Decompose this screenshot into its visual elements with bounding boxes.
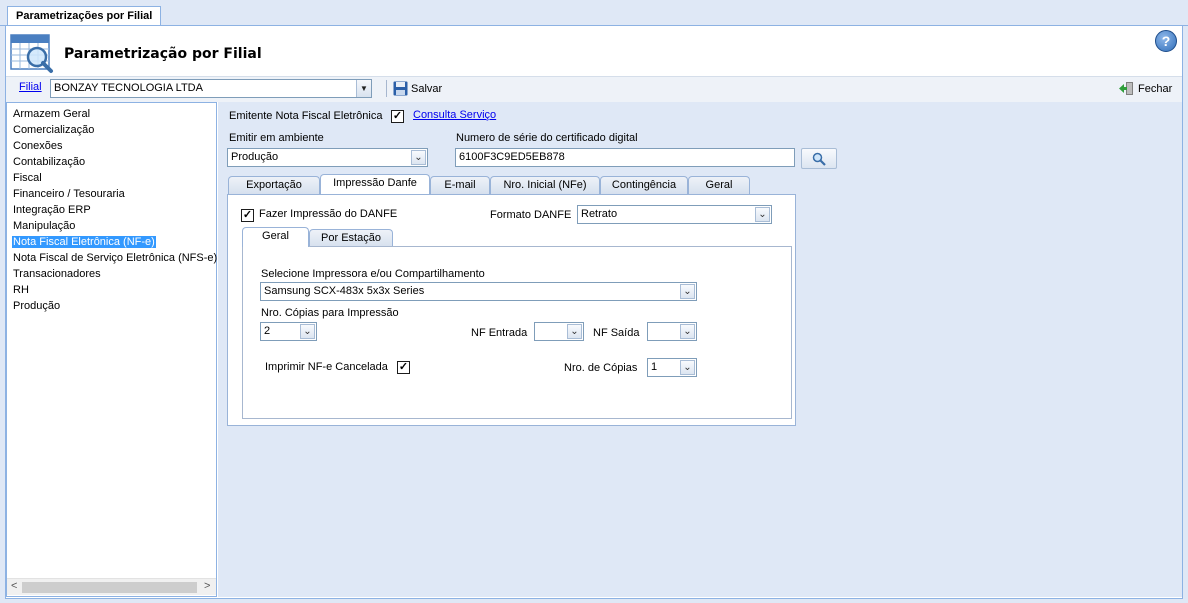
tab-impressao-danfe[interactable]: Impressão Danfe — [320, 174, 430, 194]
sidebar-item-contabilizacao[interactable]: Contabilização — [12, 156, 86, 168]
scroll-left-icon[interactable]: < — [11, 580, 17, 592]
serie-input[interactable]: 6100F3C9ED5EB878 — [455, 148, 795, 167]
consulta-servico-link[interactable]: Consulta Serviço — [413, 109, 496, 121]
sidebar-item-comercializacao[interactable]: Comercialização — [12, 124, 95, 136]
serie-label: Numero de série do certificado digital — [456, 132, 638, 144]
chevron-down-icon[interactable]: ⌄ — [680, 324, 695, 339]
emitente-checkbox[interactable]: ✓ — [391, 110, 404, 123]
tab-parametrizacoes[interactable]: Parametrizações por Filial — [7, 6, 162, 27]
calendar-search-icon — [10, 34, 53, 73]
search-icon — [812, 152, 826, 166]
subtab-por-estacao[interactable]: Por Estação — [309, 229, 393, 247]
nro-copias-label: Nro. de Cópias — [564, 362, 638, 374]
sidebar-item-nfse[interactable]: Nota Fiscal de Serviço Eletrônica (NFS-e… — [12, 252, 218, 264]
filial-value: BONZAY TECNOLOGIA LTDA — [54, 82, 203, 94]
formato-danfe-label: Formato DANFE — [490, 209, 572, 221]
search-certificate-button[interactable] — [801, 148, 837, 169]
cancelada-label: Imprimir NF-e Cancelada — [265, 361, 388, 373]
tab-contingencia[interactable]: Contingência — [600, 176, 688, 194]
copias-select[interactable]: 2 ⌄ — [260, 322, 317, 341]
fazer-impressao-label: Fazer Impressão do DANFE — [259, 208, 398, 220]
tab-exportacao[interactable]: Exportação — [228, 176, 320, 194]
impressao-subtabs: Geral Por Estação — [242, 227, 402, 247]
sidebar-item-producao[interactable]: Produção — [12, 300, 61, 312]
emitente-label: Emitente Nota Fiscal Eletrônica — [229, 110, 383, 122]
chevron-down-icon[interactable]: ⌄ — [411, 150, 426, 165]
ambiente-select[interactable]: Produção ⌄ — [227, 148, 428, 167]
nf-entrada-select[interactable]: ⌄ — [534, 322, 584, 341]
tab-strip — [0, 0, 1188, 26]
nf-saida-label: NF Saída — [593, 327, 640, 339]
main-content: Emitente Nota Fiscal Eletrônica ✓ Consul… — [218, 102, 1182, 597]
impressao-danfe-panel: ✓ Fazer Impressão do DANFE Formato DANFE… — [227, 194, 796, 426]
sidebar-item-financeiro[interactable]: Financeiro / Tesouraria — [12, 188, 126, 200]
impressora-select[interactable]: Samsung SCX-483x 5x3x Series ⌄ — [260, 282, 697, 301]
page-title: Parametrização por Filial — [64, 46, 262, 62]
ambiente-value: Produção — [231, 151, 279, 163]
serie-value: 6100F3C9ED5EB878 — [459, 151, 565, 163]
ambiente-label: Emitir em ambiente — [229, 132, 324, 144]
scrollbar-thumb[interactable] — [22, 582, 197, 593]
save-button[interactable]: Salvar — [393, 79, 442, 98]
impressora-label: Selecione Impressora e/ou Compartilhamen… — [261, 268, 485, 280]
sidebar-item-transacionadores[interactable]: Transacionadores — [12, 268, 102, 280]
nro-copias-select[interactable]: 1 ⌄ — [647, 358, 697, 377]
tab-email[interactable]: E-mail — [430, 176, 490, 194]
filial-select[interactable]: BONZAY TECNOLOGIA LTDA ▼ — [50, 79, 372, 98]
sidebar: Armazem Geral Comercialização Conexões C… — [6, 102, 217, 597]
formato-danfe-select[interactable]: Retrato ⌄ — [577, 205, 772, 224]
help-icon[interactable]: ? — [1155, 30, 1177, 52]
cancelada-checkbox[interactable]: ✓ — [397, 361, 410, 374]
copias-label: Nro. Cópias para Impressão — [261, 307, 399, 319]
chevron-down-icon[interactable]: ⌄ — [680, 284, 695, 299]
chevron-down-icon[interactable]: ▼ — [356, 80, 371, 97]
tab-geral[interactable]: Geral — [688, 176, 750, 194]
chevron-down-icon[interactable]: ⌄ — [680, 360, 695, 375]
chevron-down-icon[interactable]: ⌄ — [755, 207, 770, 222]
fazer-impressao-checkbox[interactable]: ✓ — [241, 209, 254, 222]
sidebar-item-conexoes[interactable]: Conexões — [12, 140, 64, 152]
sidebar-item-fiscal[interactable]: Fiscal — [12, 172, 43, 184]
subtab-geral[interactable]: Geral — [242, 227, 309, 247]
chevron-down-icon[interactable]: ⌄ — [567, 324, 582, 339]
sidebar-item-rh[interactable]: RH — [12, 284, 30, 296]
config-tabs: Exportação Impressão Danfe E-mail Nro. I… — [228, 174, 798, 194]
tab-nro-inicial[interactable]: Nro. Inicial (NFe) — [490, 176, 600, 194]
tab-parametrizacoes-label: Parametrizações por Filial — [16, 10, 153, 22]
toolbar-separator — [386, 80, 387, 97]
nf-saida-select[interactable]: ⌄ — [647, 322, 697, 341]
exit-door-icon — [1119, 82, 1133, 95]
sidebar-item-armazem-geral[interactable]: Armazem Geral — [12, 108, 91, 120]
sidebar-item-integracao-erp[interactable]: Integração ERP — [12, 204, 92, 216]
close-label: Fechar — [1138, 82, 1173, 95]
floppy-disk-icon — [393, 81, 408, 96]
sidebar-item-manipulacao[interactable]: Manipulação — [12, 220, 76, 232]
formato-danfe-value: Retrato — [581, 208, 618, 220]
sidebar-horizontal-scrollbar[interactable]: < > — [7, 578, 216, 595]
close-button[interactable]: Fechar — [1119, 79, 1172, 98]
impressora-value: Samsung SCX-483x 5x3x Series — [264, 285, 425, 297]
sidebar-item-nfe[interactable]: Nota Fiscal Eletrônica (NF-e) — [12, 236, 156, 248]
geral-subpanel: Selecione Impressora e/ou Compartilhamen… — [242, 246, 792, 419]
copias-value: 2 — [264, 325, 271, 337]
nro-copias-value: 1 — [651, 361, 658, 373]
chevron-down-icon[interactable]: ⌄ — [300, 324, 315, 339]
save-label: Salvar — [411, 82, 443, 95]
filial-link[interactable]: Filial — [19, 81, 42, 93]
nf-entrada-label: NF Entrada — [471, 327, 528, 339]
scroll-right-icon[interactable]: > — [204, 580, 210, 592]
